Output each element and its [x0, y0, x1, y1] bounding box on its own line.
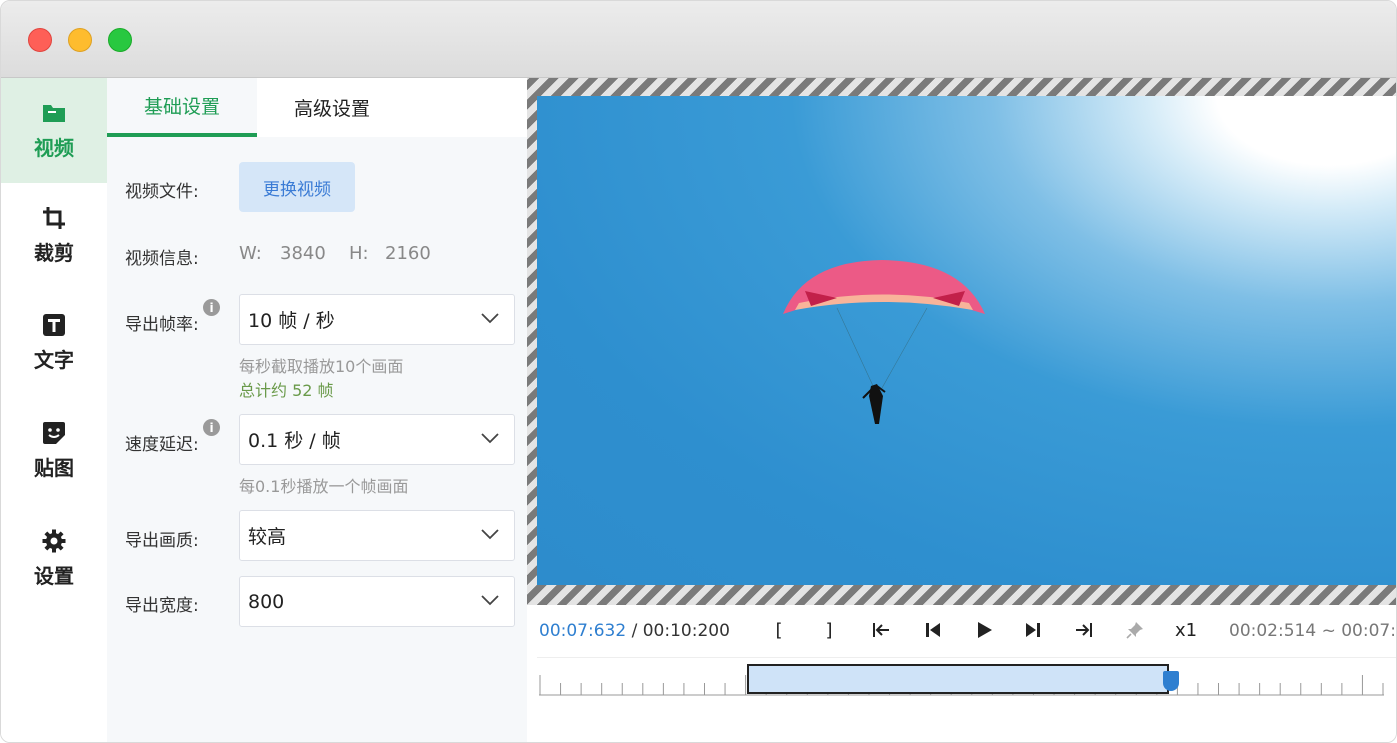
video-info-label: 视频信息: [125, 249, 199, 269]
sidebar-item-sticker[interactable]: 贴图 [1, 398, 107, 503]
sidebar-item-label: 视频 [34, 136, 74, 160]
selection-range: 00:02:514 ~ 00:07:632 [1229, 621, 1396, 641]
mark-out-button[interactable]: ] [817, 617, 841, 643]
delay-label: 速度延迟: [125, 435, 199, 455]
title-bar [1, 1, 1396, 78]
app-window: 视频 裁剪 文字 贴图 设置 基础设置 高级设置 视频文件: 更换视频 视频信息… [0, 0, 1397, 743]
timecode: 00:07:632 / 00:10:200 [539, 621, 730, 641]
sidebar-item-crop[interactable]: 裁剪 [1, 183, 107, 288]
previous-frame-icon[interactable] [919, 617, 947, 643]
divider [537, 657, 1396, 658]
settings-panel: 基础设置 高级设置 视频文件: 更换视频 视频信息: W: 3840 H: 21… [107, 78, 527, 742]
minimize-window-button[interactable] [68, 28, 92, 52]
close-window-button[interactable] [28, 28, 52, 52]
sidebar-item-text[interactable]: 文字 [1, 290, 107, 395]
maximize-window-button[interactable] [108, 28, 132, 52]
gear-icon [41, 528, 67, 554]
player-controls: 00:07:632 / 00:10:200 [ ] x1 00:02:514 ~… [527, 605, 1396, 742]
quality-label: 导出画质: [125, 531, 199, 551]
export-width-label: 导出宽度: [125, 596, 199, 616]
height-label: H: [349, 243, 369, 264]
folder-icon [41, 100, 67, 126]
speed-button[interactable]: x1 [1171, 617, 1201, 643]
export-width-select[interactable]: 800 [239, 576, 515, 627]
video-frame[interactable] [537, 96, 1396, 585]
export-width-select-value: 800 [248, 590, 285, 613]
width-value: 3840 [280, 243, 326, 264]
info-icon[interactable]: i [203, 299, 220, 316]
timeline[interactable] [539, 661, 1384, 701]
current-time: 00:07:632 [539, 621, 627, 641]
tab-basic-settings[interactable]: 基础设置 [107, 78, 257, 137]
sidebar-item-settings[interactable]: 设置 [1, 506, 107, 611]
sticker-icon [41, 420, 67, 446]
paraglider-image [783, 260, 985, 424]
sidebar-item-label: 文字 [34, 348, 74, 372]
total-time: 00:10:200 [642, 621, 730, 641]
delay-select[interactable]: 0.1 秒 / 帧 [239, 414, 515, 465]
quality-select[interactable]: 较高 [239, 510, 515, 561]
delay-hint: 每0.1秒播放一个帧画面 [239, 477, 409, 496]
chevron-down-icon [481, 595, 499, 606]
width-label: W: [239, 243, 262, 264]
pin-icon[interactable] [1121, 617, 1149, 643]
tab-advanced-settings[interactable]: 高级设置 [257, 78, 407, 137]
replace-video-button[interactable]: 更换视频 [239, 162, 355, 212]
text-icon [41, 312, 67, 338]
quality-select-value: 较高 [248, 526, 287, 548]
chevron-down-icon [481, 433, 499, 444]
crop-icon [41, 205, 67, 231]
sidebar: 视频 裁剪 文字 贴图 设置 [1, 78, 107, 742]
time-separator: / [626, 621, 643, 641]
jump-to-end-icon[interactable] [1070, 617, 1098, 643]
video-file-label: 视频文件: [125, 182, 199, 202]
sidebar-item-label: 裁剪 [34, 241, 74, 265]
sidebar-item-label: 设置 [34, 564, 74, 588]
jump-to-start-icon[interactable] [867, 617, 895, 643]
play-icon[interactable] [970, 617, 998, 643]
info-icon[interactable]: i [203, 419, 220, 436]
timeline-selection[interactable] [746, 664, 1170, 694]
chevron-down-icon [481, 529, 499, 540]
fps-total: 总计约 52 帧 [239, 381, 334, 400]
video-preview-area [527, 78, 1396, 605]
playhead-handle[interactable] [1163, 671, 1180, 691]
fps-hint: 每秒截取播放10个画面 [239, 357, 404, 376]
tab-bar: 基础设置 高级设置 [107, 78, 527, 137]
height-value: 2160 [385, 243, 431, 264]
mark-in-button[interactable]: [ [767, 617, 791, 643]
delay-select-value: 0.1 秒 / 帧 [248, 430, 341, 452]
chevron-down-icon [481, 313, 499, 324]
sidebar-item-label: 贴图 [34, 456, 74, 480]
next-frame-icon[interactable] [1019, 617, 1047, 643]
sidebar-item-video[interactable]: 视频 [1, 78, 107, 183]
fps-select[interactable]: 10 帧 / 秒 [239, 294, 515, 345]
fps-label: 导出帧率: [125, 315, 199, 335]
fps-select-value: 10 帧 / 秒 [248, 310, 335, 332]
